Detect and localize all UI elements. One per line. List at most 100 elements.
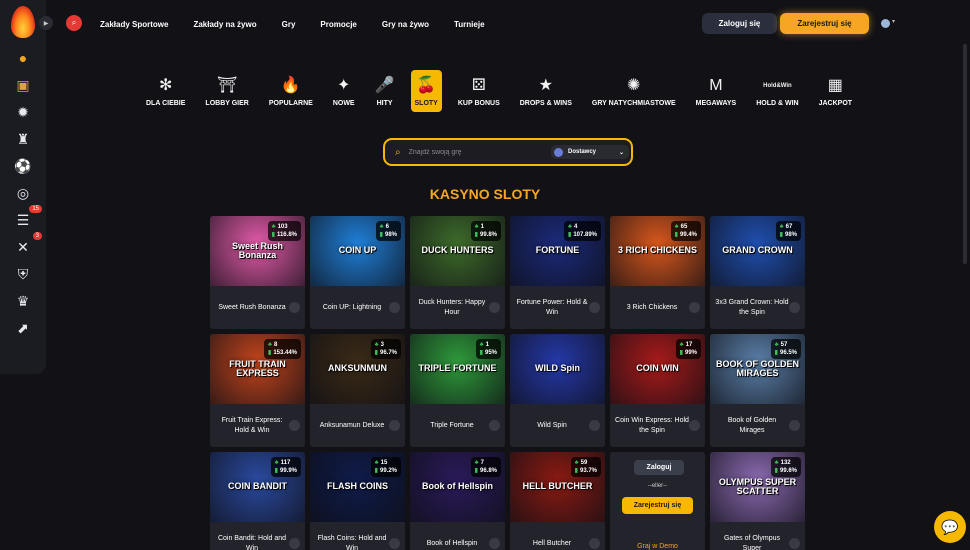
chart-icon[interactable]: ⬈ <box>12 317 34 339</box>
game-thumbnail[interactable]: COIN WIN ♣ 17 ▮ 99% <box>610 334 705 404</box>
player-count: 59 <box>580 460 588 466</box>
category-label: DLA CIEBIE <box>146 99 186 107</box>
demo-link[interactable]: Graj w Demo <box>610 543 705 550</box>
game-card[interactable]: BOOK OF GOLDEN MIRAGES ♣ 57 ▮ 96.5% Book of G… <box>710 334 805 447</box>
crown-icon[interactable]: ♛ <box>12 290 34 312</box>
game-thumbnail[interactable]: Book of Hellspin ♣ 7 ▮ 96.8% <box>410 452 505 522</box>
game-thumbnail[interactable]: TRIPLE FORTUNE ♣ 1 ▮ 95% <box>410 334 505 404</box>
knight-icon[interactable]: ♜ <box>12 128 34 150</box>
game-card[interactable]: FLASH COINS ♣ 15 ▮ 99.2% Flash Coins: Hold an… <box>310 452 405 550</box>
game-thumbnail[interactable]: OLYMPUS SUPER SCATTER ♣ 132 ▮ 99.6% <box>710 452 805 522</box>
game-card[interactable]: WILD Spin Wild Spin <box>510 334 605 447</box>
game-card[interactable]: Book of Hellspin ♣ 7 ▮ 96.8% Book of Hellspin <box>410 452 505 550</box>
chest-icon[interactable]: ▣ <box>12 74 34 96</box>
game-search-input[interactable] <box>408 148 539 156</box>
nav-link[interactable]: Turnieje <box>454 20 485 29</box>
rtp-icon: ▮ <box>474 468 478 475</box>
logo[interactable] <box>6 6 40 40</box>
login-button[interactable]: Zaloguj <box>634 460 684 475</box>
provider-icon <box>589 302 600 313</box>
player-count: 15 <box>380 460 388 466</box>
category-tab[interactable]: 🔥 POPULARNE <box>265 70 317 112</box>
game-card[interactable]: FRUIT TRAIN EXPRESS ♣ 8 ▮ 153.44% Fruit Train… <box>210 334 305 447</box>
coupon-icon[interactable]: ☰ 15 <box>12 205 42 231</box>
game-thumbnail[interactable]: FORTUNE ♣ 4 ▮ 107.89% <box>510 216 605 286</box>
category-tab[interactable]: ▦ JACKPOT <box>815 70 856 112</box>
category-label: KUP BONUS <box>457 99 500 107</box>
football-icon[interactable]: ⚽ <box>12 155 34 177</box>
game-thumbnail[interactable]: COIN BANDIT ♣ 117 ▮ 99.9% <box>210 452 305 522</box>
game-card[interactable]: GRAND CROWN ♣ 67 ▮ 98% 3x3 Grand Crown: Hold … <box>710 216 805 329</box>
shield-icon[interactable]: ⛨ <box>12 263 34 285</box>
game-card-footer: Wild Spin <box>510 404 605 447</box>
login-prompt-card[interactable]: Zaloguj --eller-- Zarejestruj się Graj w De… <box>610 452 705 550</box>
category-tab[interactable]: 🎤 HITY <box>371 70 399 112</box>
category-tab[interactable]: ★ DROPS & WINS <box>516 70 576 112</box>
category-label: LOBBY GIER <box>205 99 249 107</box>
category-icon: M <box>709 76 723 94</box>
nav-link[interactable]: Gry <box>282 20 296 29</box>
nav-link[interactable]: Gry na żywo <box>382 20 429 29</box>
category-icon: ✺ <box>627 76 641 94</box>
sun-icon[interactable]: ✹ <box>12 101 34 123</box>
language-flag-icon[interactable] <box>881 19 890 28</box>
nav-link[interactable]: Promocje <box>320 20 356 29</box>
game-card[interactable]: OLYMPUS SUPER SCATTER ♣ 132 ▮ 99.6% Gates of … <box>710 452 805 550</box>
player-count: 3 <box>380 342 384 348</box>
category-tab[interactable]: ✦ NOWE <box>329 70 359 112</box>
rtp-icon: ▮ <box>674 232 678 239</box>
game-thumbnail[interactable]: WILD Spin <box>510 334 605 404</box>
game-thumbnail[interactable]: COIN UP ♣ 6 ▮ 98% <box>310 216 405 286</box>
category-tab[interactable]: ✻ DLA CIEBIE <box>142 70 189 112</box>
category-icon: ✦ <box>337 76 351 94</box>
chevron-down-icon[interactable]: ▾ <box>892 18 895 25</box>
game-thumbnail[interactable]: GRAND CROWN ♣ 67 ▮ 98% <box>710 216 805 286</box>
game-thumbnail[interactable]: ANKSUNMUN ♣ 3 ▮ 96.7% <box>310 334 405 404</box>
game-card[interactable]: 3 RICH CHICKENS ♣ 65 ▮ 99.4% 3 Rich Chickens <box>610 216 705 329</box>
nav-link[interactable]: Zakłady Sportowe <box>100 20 168 29</box>
game-card[interactable]: COIN UP ♣ 6 ▮ 98% Coin UP: Lightning <box>310 216 405 329</box>
game-thumbnail[interactable]: Sweet Rush Bonanza ♣ 103 ▮ 116.8% <box>210 216 305 286</box>
game-card[interactable]: TRIPLE FORTUNE ♣ 1 ▮ 95% Triple Fortune <box>410 334 505 447</box>
category-tab[interactable]: 🍒 SLOTY <box>410 70 442 112</box>
game-title: Fruit Train Express: Hold & Win <box>221 417 283 434</box>
game-card[interactable]: HELL BUTCHER ♣ 59 ▮ 93.7% Hell Butcher <box>510 452 605 550</box>
game-thumbnail[interactable]: DUCK HUNTERS ♣ 1 ▮ 99.8% <box>410 216 505 286</box>
game-card[interactable]: COIN WIN ♣ 17 ▮ 99% Coin Win Express: Hold th… <box>610 334 705 447</box>
game-card-footer: Coin UP: Lightning <box>310 286 405 329</box>
player-count: 8 <box>273 342 278 348</box>
game-thumbnail[interactable]: HELL BUTCHER ♣ 59 ▮ 93.7% <box>510 452 605 522</box>
provider-icon <box>589 538 600 549</box>
chat-icon[interactable]: 💬 <box>934 511 966 543</box>
player-count: 7 <box>480 460 484 466</box>
register-button[interactable]: Zarejestruj się <box>780 13 869 34</box>
search-icon[interactable]: ⌕ <box>66 15 82 31</box>
category-tab[interactable]: M MEGAWAYS <box>692 70 741 112</box>
sidebar-toggle-button[interactable]: ▶ <box>39 16 53 30</box>
nav-link[interactable]: Zakłady na żywo <box>193 20 256 29</box>
category-tab[interactable]: ⚄ KUP BONUS <box>454 70 504 112</box>
game-card[interactable]: FORTUNE ♣ 4 ▮ 107.89% Fortune Power: Hold & W… <box>510 216 605 329</box>
game-card-footer: Fruit Train Express: Hold & Win <box>210 404 305 447</box>
game-card[interactable]: ANKSUNMUN ♣ 3 ▮ 96.7% Anksunamun Deluxe <box>310 334 405 447</box>
slot-icon[interactable]: ● <box>12 47 34 69</box>
game-thumbnail[interactable]: 3 RICH CHICKENS ♣ 65 ▮ 99.4% <box>610 216 705 286</box>
game-card[interactable]: COIN BANDIT ♣ 117 ▮ 99.9% Coin Bandit: Hold a… <box>210 452 305 550</box>
game-stats: ♣ 57 ▮ 96.5% <box>770 339 801 360</box>
category-label: HOLD & WIN <box>756 99 799 107</box>
category-label: NOWE <box>332 99 355 107</box>
swords-icon[interactable]: ✕ 3 <box>12 232 42 258</box>
game-card[interactable]: DUCK HUNTERS ♣ 1 ▮ 99.8% Duck Hunters: Happy … <box>410 216 505 329</box>
player-count: 17 <box>685 342 693 348</box>
login-button[interactable]: Zaloguj się <box>702 13 777 34</box>
scrollbar[interactable] <box>963 44 967 264</box>
category-tab[interactable]: ✺ GRY NATYCHMIASTOWE <box>588 70 680 112</box>
register-button[interactable]: Zarejestruj się <box>622 497 693 514</box>
category-tab[interactable]: ⛩ LOBBY GIER <box>201 70 252 112</box>
category-tab[interactable]: Hold&Win HOLD & WIN <box>752 70 802 112</box>
providers-dropdown[interactable]: Dostawcy ⌄ <box>551 145 629 159</box>
game-card[interactable]: Sweet Rush Bonanza ♣ 103 ▮ 116.8% Sweet Rush … <box>210 216 305 329</box>
game-thumbnail[interactable]: FLASH COINS ♣ 15 ▮ 99.2% <box>310 452 405 522</box>
game-thumbnail[interactable]: FRUIT TRAIN EXPRESS ♣ 8 ▮ 153.44% <box>210 334 305 404</box>
game-thumbnail[interactable]: BOOK OF GOLDEN MIRAGES ♣ 57 ▮ 96.5% <box>710 334 805 404</box>
